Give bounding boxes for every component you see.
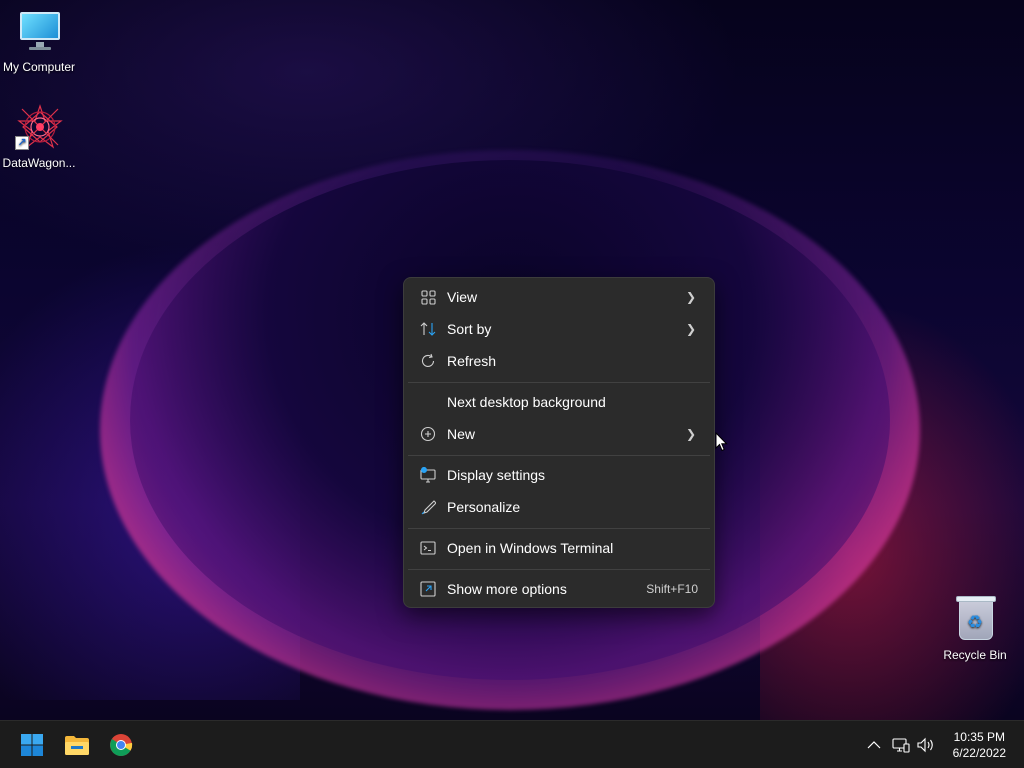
display-icon	[420, 467, 436, 483]
chevron-right-icon: ❯	[685, 322, 696, 336]
menu-separator	[408, 455, 710, 456]
menu-item-label: View	[447, 289, 478, 305]
clock-date: 6/22/2022	[952, 746, 1006, 760]
menu-item-next-desktop-background[interactable]: Next desktop background	[408, 387, 710, 417]
desktop-icon-label: Recycle Bin	[943, 648, 1007, 662]
sort-icon	[420, 321, 436, 337]
keyboard-shortcut: Shift+F10	[646, 582, 698, 596]
desktop-context-menu: View ❯ Sort by ❯ Refresh Next desktop ba…	[403, 277, 715, 608]
menu-item-label: Show more options	[447, 581, 567, 597]
menu-item-label: Refresh	[447, 353, 497, 369]
menu-separator	[408, 382, 710, 383]
refresh-icon	[420, 353, 436, 369]
desktop-icon-label: DataWagon...	[2, 156, 76, 170]
recycle-symbol-icon: ♻	[967, 612, 984, 632]
menu-separator	[408, 569, 710, 570]
volume-icon[interactable]	[916, 735, 936, 755]
menu-item-label: Personalize	[447, 499, 521, 515]
chrome-icon	[110, 734, 133, 756]
menu-item-display-settings[interactable]: Display settings	[408, 460, 710, 490]
chevron-right-icon: ❯	[685, 427, 696, 441]
windows-logo-icon	[21, 734, 43, 756]
menu-item-label: Open in Windows Terminal	[447, 540, 614, 556]
chevron-up-icon[interactable]	[864, 735, 884, 755]
chrome-button[interactable]	[101, 725, 141, 765]
recycle-bin-icon: ♻	[951, 596, 999, 644]
menu-item-label: Next desktop background	[447, 394, 606, 410]
monitor-icon	[15, 8, 63, 56]
menu-item-label: New	[447, 426, 476, 442]
menu-item-open-terminal[interactable]: Open in Windows Terminal	[408, 533, 710, 563]
clock-time: 10:35 PM	[953, 730, 1005, 744]
shortcut-arrow-icon: ↗	[15, 136, 29, 150]
brush-icon	[420, 499, 436, 515]
menu-item-label: Display settings	[447, 467, 546, 483]
datawagon-icon: ↗	[15, 104, 63, 152]
menu-item-sort-by[interactable]: Sort by ❯	[408, 314, 710, 344]
desktop-icon-my-computer[interactable]: My Computer	[1, 8, 77, 74]
menu-item-new[interactable]: New ❯	[408, 419, 710, 449]
file-explorer-button[interactable]	[57, 725, 97, 765]
taskbar: 10:35 PM 6/22/2022	[0, 720, 1024, 768]
start-button[interactable]	[12, 725, 52, 765]
mouse-cursor-icon	[715, 432, 728, 452]
desktop-icon-recycle-bin[interactable]: ♻ Recycle Bin	[937, 596, 1013, 662]
terminal-icon	[420, 540, 436, 556]
folder-icon	[65, 736, 89, 755]
grid-icon	[420, 289, 436, 305]
menu-item-view[interactable]: View ❯	[408, 282, 710, 312]
menu-item-show-more-options[interactable]: Show more options Shift+F10	[408, 574, 710, 604]
network-icon[interactable]	[891, 735, 911, 755]
desktop-icon-label: My Computer	[2, 60, 76, 74]
menu-item-label: Sort by	[447, 321, 492, 337]
menu-item-personalize[interactable]: Personalize	[408, 492, 710, 522]
menu-item-refresh[interactable]: Refresh	[408, 346, 710, 376]
system-clock[interactable]: 10:35 PM 6/22/2022	[953, 729, 1006, 761]
menu-separator	[408, 528, 710, 529]
desktop-icon-datawagon[interactable]: ↗ DataWagon...	[1, 104, 77, 170]
plus-circle-icon	[420, 426, 436, 442]
expand-icon	[420, 581, 436, 597]
chevron-right-icon: ❯	[685, 290, 696, 304]
